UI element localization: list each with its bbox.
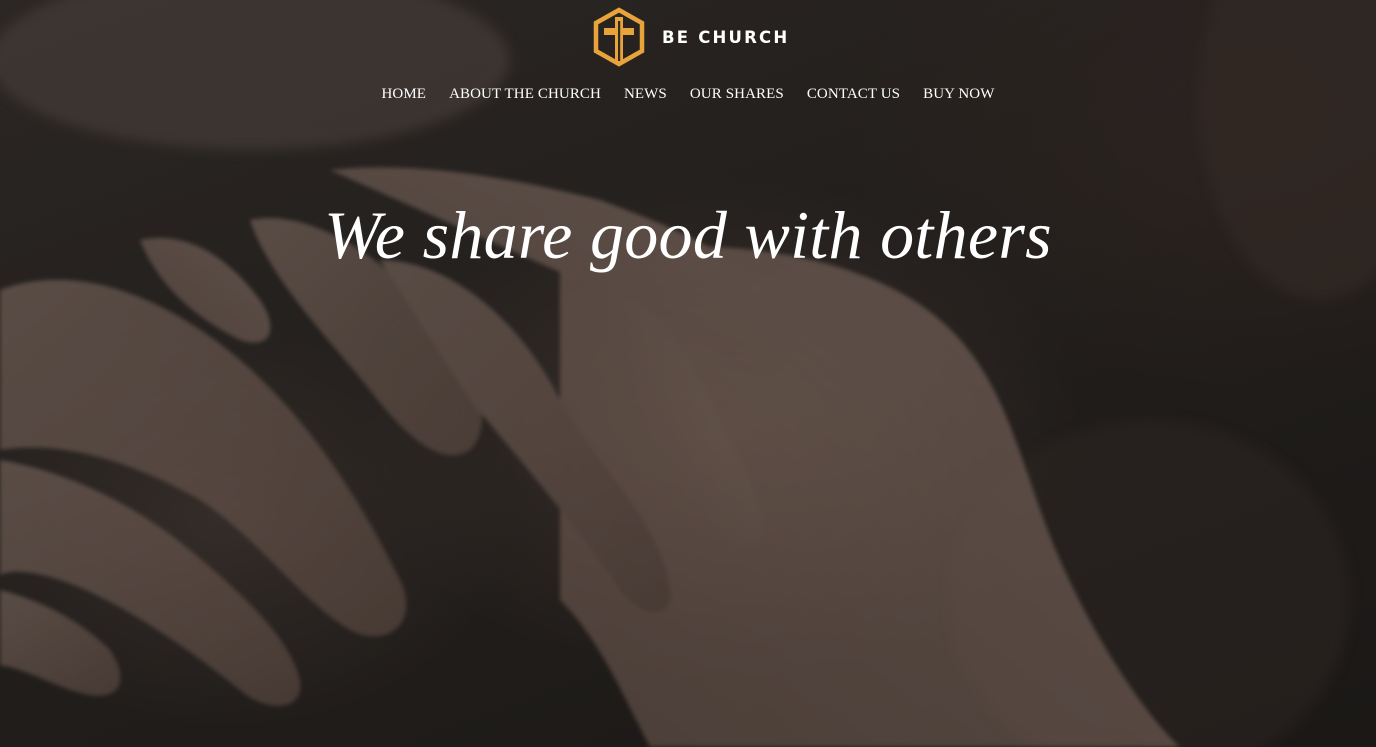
hero-section: BE CHURCH HOME ABOUT THE CHURCH NEWS OUR… (0, 0, 1376, 747)
nav-item-news[interactable]: NEWS (624, 86, 667, 103)
brand-name: BE CHURCH (662, 27, 790, 47)
main-nav: HOME ABOUT THE CHURCH NEWS OUR SHARES CO… (0, 86, 1376, 103)
nav-item-contact-us[interactable]: CONTACT US (807, 86, 900, 103)
nav-item-home[interactable]: HOME (381, 86, 426, 103)
brand-logo[interactable]: BE CHURCH (591, 6, 789, 68)
nav-item-buy-now[interactable]: BUY NOW (923, 86, 994, 103)
site-header: BE CHURCH HOME ABOUT THE CHURCH NEWS OUR… (0, 0, 1376, 120)
hero-headline: We share good with others (324, 197, 1052, 273)
cross-hexagon-icon (593, 7, 645, 67)
nav-item-our-shares[interactable]: OUR SHARES (690, 86, 784, 103)
nav-item-about-the-church[interactable]: ABOUT THE CHURCH (449, 86, 601, 103)
